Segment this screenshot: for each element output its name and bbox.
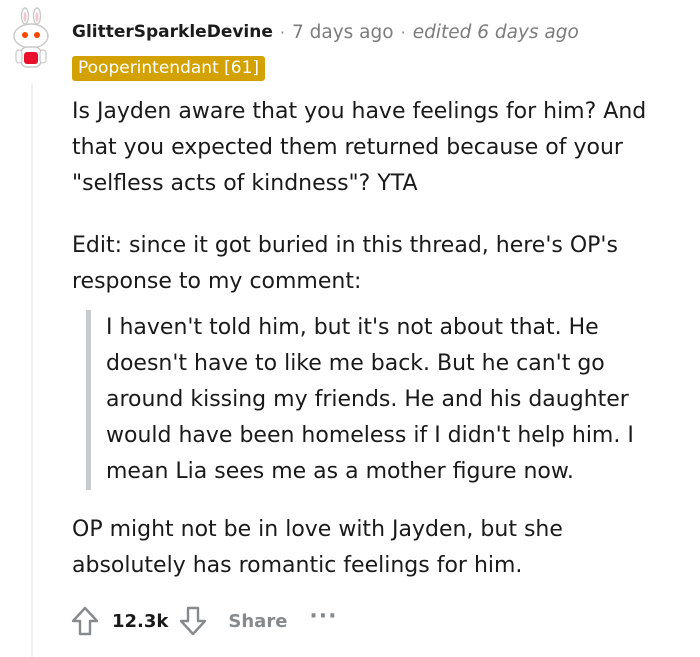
snoo-avatar-icon [13, 7, 49, 68]
share-button[interactable]: Share [228, 611, 287, 632]
comment-paragraph: Is Jayden aware that you have feelings f… [72, 99, 647, 196]
user-flair: Pooperintendant [61] [72, 56, 266, 81]
posted-time[interactable]: 7 days ago [292, 22, 394, 43]
more-options-button[interactable]: ··· [309, 604, 337, 629]
username-link[interactable]: GlitterSparkleDevine [72, 22, 273, 42]
edited-time: edited 6 days ago [412, 21, 579, 43]
vote-score: 12.3k [112, 610, 169, 632]
downvote-button[interactable] [176, 603, 210, 639]
thread-line[interactable] [31, 84, 33, 657]
comment-paragraph: OP might not be in love with Jayden, but… [72, 517, 563, 578]
comment-action-bar: 12.3k Share ··· [68, 603, 337, 639]
user-avatar[interactable] [6, 6, 56, 72]
comment-paragraph: Edit: since it got buried in this thread… [72, 233, 618, 294]
comment-header: GlitterSparkleDevine · 7 days ago · edit… [72, 18, 579, 46]
separator-dot: · [400, 22, 406, 42]
upvote-arrow-icon [71, 606, 99, 636]
downvote-arrow-icon [180, 606, 207, 636]
separator-dot: · [279, 22, 285, 42]
quoted-op-response: I haven't told him, but it's not about t… [86, 310, 656, 490]
upvote-button[interactable] [68, 603, 102, 639]
